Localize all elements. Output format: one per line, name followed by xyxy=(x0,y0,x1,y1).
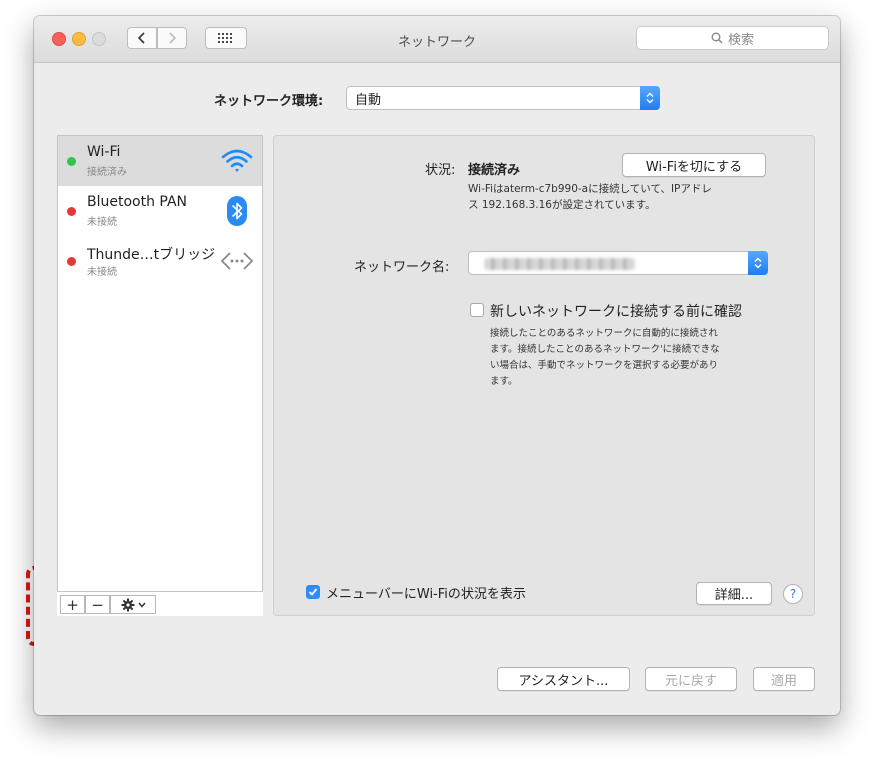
service-item-bluetooth-pan[interactable]: Bluetooth PAN 未接続 xyxy=(58,186,262,236)
network-preferences-window: ネットワーク 検索 ネットワーク環境: 自動 Wi-Fi 接続済み Blueto… xyxy=(34,16,840,715)
search-field[interactable]: 検索 xyxy=(636,26,829,50)
chevron-down-icon xyxy=(137,602,146,608)
service-list[interactable]: Wi-Fi 接続済み Bluetooth PAN 未接続 Thunde…tブリッ… xyxy=(57,135,263,616)
ask-to-join-description-line3: い場合は、手動でネットワークを選択する必要があり xyxy=(490,360,719,371)
remove-service-button[interactable]: − xyxy=(85,595,110,614)
service-status: 未接続 xyxy=(87,217,117,228)
service-list-toolbar: + − xyxy=(57,591,263,616)
status-value: 接続済み xyxy=(468,163,521,178)
status-dot xyxy=(67,207,76,216)
network-name-label: ネットワーク名: xyxy=(354,260,450,275)
location-row: ネットワーク環境: 自動 xyxy=(34,85,840,111)
service-status: 接続済み xyxy=(87,167,127,178)
thunderbolt-bridge-icon xyxy=(220,252,254,270)
gear-icon xyxy=(121,598,134,611)
assistant-button[interactable]: アシスタント... xyxy=(497,667,630,691)
titlebar: ネットワーク 検索 xyxy=(34,16,840,63)
search-icon xyxy=(711,32,723,44)
status-description-line1: Wi-Fiはaterm-c7b990-aに接続していて、IPアドレ xyxy=(468,183,712,195)
service-item-thunderbolt-bridge[interactable]: Thunde…tブリッジ 未接続 xyxy=(58,236,262,286)
service-status: 未接続 xyxy=(87,267,117,278)
service-name: Bluetooth PAN xyxy=(87,194,188,210)
location-value: 自動 xyxy=(355,92,382,108)
action-menu-button[interactable] xyxy=(110,595,156,614)
ask-to-join-description-line2: ます。接続したことのあるネットワーク'に接続できな xyxy=(490,344,720,355)
wifi-detail-panel: 状況: 接続済み Wi-Fiを切にする Wi-Fiはaterm-c7b990-a… xyxy=(273,135,815,616)
wifi-toggle-button[interactable]: Wi-Fiを切にする xyxy=(622,153,766,177)
advanced-button[interactable]: 詳細... xyxy=(696,582,772,605)
status-description-line2: ス 192.168.3.16が設定されています。 xyxy=(468,199,656,211)
ask-to-join-checkbox[interactable] xyxy=(470,303,484,317)
add-service-button[interactable]: + xyxy=(60,595,85,614)
ask-to-join-label: 新しいネットワークに接続する前に確認 xyxy=(490,304,742,320)
status-label: 状況: xyxy=(425,163,456,178)
service-name: Wi-Fi xyxy=(87,144,121,160)
updown-chevron-icon xyxy=(640,86,660,110)
show-wifi-in-menubar-label: メニューバーにWi-Fiの状況を表示 xyxy=(326,587,526,602)
service-item-wifi[interactable]: Wi-Fi 接続済み xyxy=(58,136,262,186)
help-button[interactable]: ? xyxy=(783,584,803,604)
checkmark-icon xyxy=(308,588,318,596)
location-label: ネットワーク環境: xyxy=(214,94,324,109)
redacted-network-name xyxy=(485,258,635,270)
updown-chevron-icon xyxy=(748,251,768,275)
status-dot xyxy=(67,257,76,266)
ask-to-join-description-line1: 接続したことのあるネットワークに自動的に接続され xyxy=(490,328,718,339)
show-wifi-in-menubar-checkbox[interactable] xyxy=(306,585,320,599)
location-select[interactable]: 自動 xyxy=(346,86,660,110)
ask-to-join-description-line4: ます。 xyxy=(490,376,518,387)
network-name-select[interactable] xyxy=(468,251,768,275)
search-placeholder: 検索 xyxy=(727,32,754,48)
wifi-icon xyxy=(221,149,253,172)
revert-button[interactable]: 元に戻す xyxy=(645,667,737,691)
apply-button[interactable]: 適用 xyxy=(753,667,815,691)
status-dot xyxy=(67,157,76,166)
bluetooth-icon xyxy=(227,196,247,226)
service-name: Thunde…tブリッジ xyxy=(87,247,216,263)
